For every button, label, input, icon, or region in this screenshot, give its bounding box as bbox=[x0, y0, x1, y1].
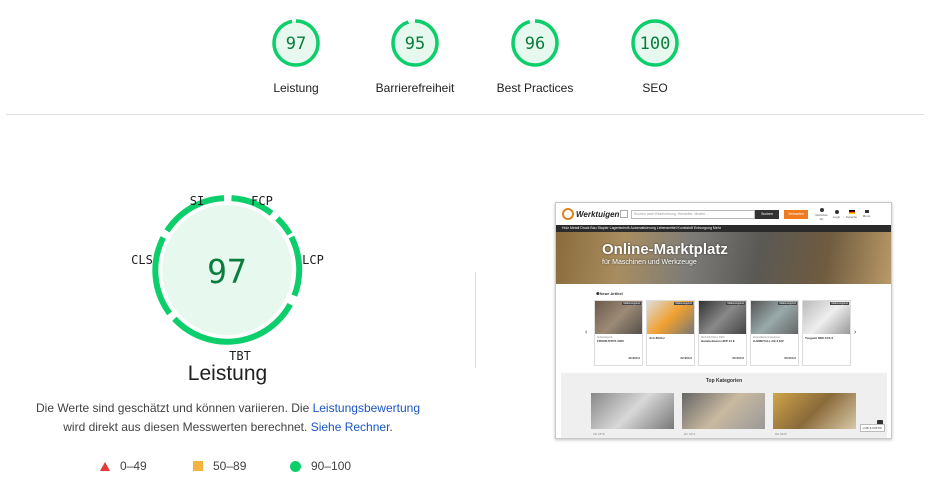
menu-icon: Menü bbox=[859, 210, 874, 218]
gauge-seo-ring: 100 bbox=[631, 19, 679, 67]
final-screenshot[interactable]: Werktuigen Suchen nach Bezeichnung, Hers… bbox=[555, 202, 892, 439]
gauge-best-practices[interactable]: 96 Best Practices bbox=[480, 18, 590, 95]
gauge-performance[interactable]: 97 Leistung bbox=[241, 18, 351, 95]
gauge-best-practices-ring: 96 bbox=[511, 19, 559, 67]
metric-label-si[interactable]: SI bbox=[190, 194, 204, 208]
chevron-left-icon: ‹ bbox=[585, 329, 588, 336]
gauge-accessibility[interactable]: 95 Barrierefreiheit bbox=[360, 18, 470, 95]
circle-icon bbox=[290, 460, 301, 472]
logo-text: Werktuigen bbox=[576, 209, 620, 219]
item-name: FRONIUSTPS 3000 bbox=[597, 339, 624, 343]
legend-average-label: 50–89 bbox=[213, 459, 247, 473]
flag-icon: Sprache bbox=[844, 209, 859, 219]
description-text: Die Werte sind geschätzt und können vari… bbox=[35, 401, 313, 415]
gauge-label: Best Practices bbox=[496, 81, 574, 95]
gauge-score: 100 bbox=[640, 34, 671, 54]
metric-label-fcp[interactable]: FCP bbox=[251, 194, 273, 208]
item-image: Maklerangebot bbox=[751, 301, 798, 334]
legend-fail: 0–49 bbox=[100, 458, 147, 474]
metric-label-lcp[interactable]: LCP bbox=[302, 253, 324, 267]
gauge-accessibility-ring: 95 bbox=[391, 19, 439, 67]
square-icon bbox=[193, 461, 203, 471]
item-image: Maklerangebot bbox=[699, 301, 746, 334]
site-search-button: Suchen bbox=[755, 209, 779, 219]
performance-title: Leistung bbox=[187, 362, 268, 385]
logo-icon bbox=[562, 208, 574, 220]
hero-subtitle: für Maschinen und Werkzeuge bbox=[602, 259, 697, 266]
item-price: 32.900 € bbox=[628, 356, 640, 360]
site-sell-button: Verkaufen bbox=[784, 209, 808, 219]
gauge-label: Barrierefreiheit bbox=[375, 81, 455, 95]
legend-pass: 90–100 bbox=[290, 458, 351, 474]
performance-gauge: 97 SI FCP LCP TBT CLS bbox=[131, 194, 324, 362]
top-categories-title: Top Kategorien bbox=[705, 378, 743, 384]
performance-score-link[interactable]: Leistungsbewertung bbox=[313, 401, 420, 415]
login-icon: Login bbox=[829, 209, 844, 219]
legend-fail-label: 0–49 bbox=[120, 459, 147, 473]
plus-icon bbox=[620, 210, 628, 218]
item-name: AJZMETALL AB 3 EIV bbox=[753, 339, 784, 343]
metric-label-tbt[interactable]: TBT bbox=[229, 349, 251, 362]
chevron-right-icon: › bbox=[854, 329, 857, 336]
metric-label-cls[interactable]: CLS bbox=[131, 253, 153, 267]
gauge-score: 95 bbox=[405, 34, 425, 54]
new-items-list: Maklerangebot Schweißgerät FRONIUSTPS 30… bbox=[594, 300, 854, 366]
item-image: Maklerangebot bbox=[647, 301, 694, 334]
legend-pass-label: 90–100 bbox=[311, 459, 352, 473]
site-hero: Online-Marktplatz für Maschinen und Werk… bbox=[556, 232, 891, 284]
performance-description: Die Werte sind geschätzt und können vari… bbox=[18, 399, 438, 437]
legend-average: 50–89 bbox=[193, 458, 246, 474]
description-end: . bbox=[389, 420, 393, 434]
item-image: Maklerangebot bbox=[595, 301, 642, 334]
list-item: Maklerangebot Doppelkantenmaschinen AJZM… bbox=[750, 300, 799, 366]
new-items-title: ⚈Neue Artikel bbox=[596, 291, 623, 296]
hero-title: Online-Marktplatz bbox=[602, 241, 728, 258]
item-name: Hammelmann HDP 44 E bbox=[701, 339, 735, 343]
gauge-performance-ring: 97 bbox=[272, 19, 320, 67]
gauge-label: Leistung bbox=[273, 81, 319, 95]
item-price: 22.900 € bbox=[680, 356, 692, 360]
category-tile: CE 1870 bbox=[591, 393, 674, 436]
site-nav: Holz Metall Druck Bau Stapler Lagertechn… bbox=[556, 225, 891, 232]
performance-score: 97 bbox=[207, 252, 247, 291]
feedback-button: LOB & KRITIK bbox=[859, 424, 885, 432]
list-item: Maklerangebot Rechtsbyhitzen 3000 Hammel… bbox=[698, 300, 747, 366]
calculator-link[interactable]: Siehe Rechner bbox=[311, 420, 390, 434]
gauge-seo[interactable]: 100 SEO bbox=[600, 18, 710, 95]
site-header: Werktuigen Suchen nach Bezeichnung, Hers… bbox=[556, 203, 891, 225]
category-list: CE 1870 EX 4271 DE 6625 bbox=[591, 393, 864, 436]
gauge-score: 97 bbox=[286, 34, 306, 54]
top-categories: Top Kategorien CE 1870 EX 4271 DE 6625 bbox=[561, 373, 887, 438]
gauge-score: 96 bbox=[525, 34, 545, 54]
item-image: Maklerangebot bbox=[803, 301, 850, 334]
metric-arc-lcp bbox=[288, 235, 303, 297]
list-item: Maklerangebot Tsugami M08 SYE II bbox=[802, 300, 851, 366]
list-item: Maklerangebot Schweißgerät FRONIUSTPS 30… bbox=[594, 300, 643, 366]
list-item: Maklerangebot JLG 800AJ 22.900 € bbox=[646, 300, 695, 366]
triangle-icon bbox=[100, 461, 110, 471]
section-divider bbox=[6, 114, 924, 115]
category-tile: EX 4271 bbox=[682, 393, 765, 436]
watchlist-icon: Merkliste (0) bbox=[814, 207, 829, 221]
vertical-separator bbox=[475, 272, 476, 368]
description-text: wird direkt aus diesen Messwerten berech… bbox=[63, 420, 311, 434]
gauge-label: SEO bbox=[642, 81, 668, 95]
item-price: 65.000 € bbox=[732, 356, 744, 360]
category-tile: DE 6625 bbox=[773, 393, 856, 436]
item-name: JLG 800AJ bbox=[649, 336, 665, 340]
item-name: Tsugami M08 SYE II bbox=[805, 336, 834, 340]
site-logo: Werktuigen bbox=[562, 208, 620, 220]
site-search: Suchen nach Bezeichnung, Hersteller, Mod… bbox=[631, 209, 755, 219]
item-price: 65.000 € bbox=[784, 356, 796, 360]
